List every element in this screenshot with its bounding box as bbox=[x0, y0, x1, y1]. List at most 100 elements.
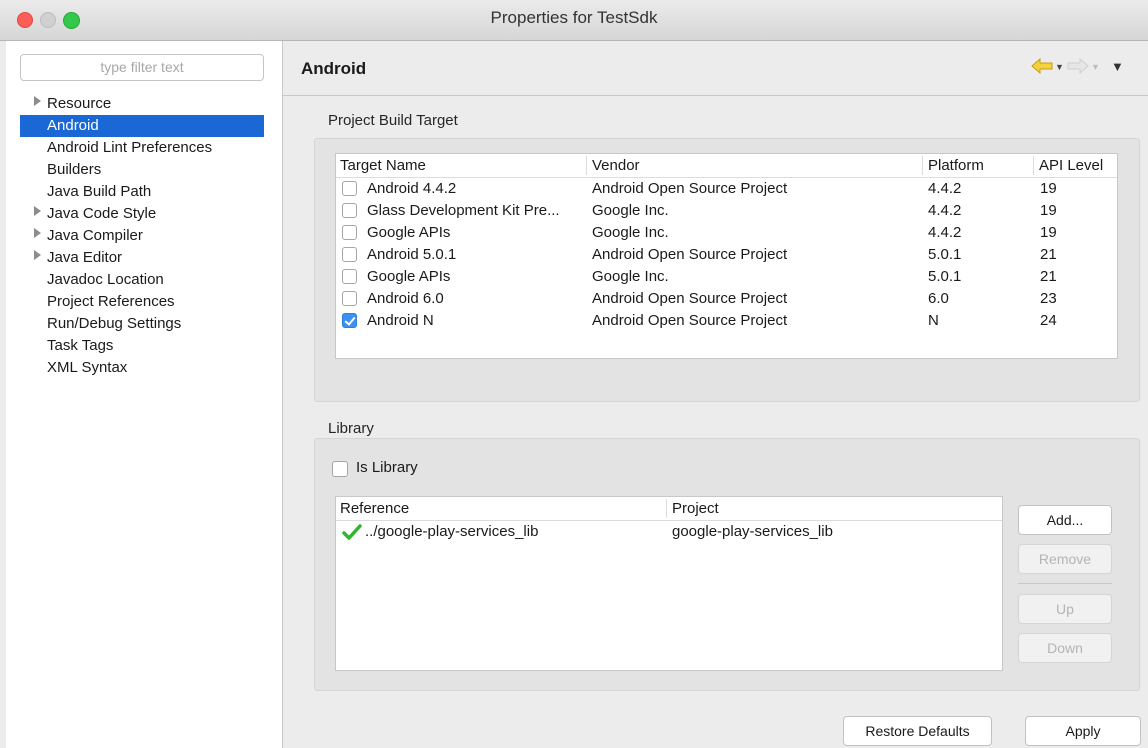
library-group: Is Library Reference Project ../google-p… bbox=[314, 438, 1140, 691]
expand-arrow-icon[interactable] bbox=[34, 228, 41, 238]
target-name: Google APIs bbox=[367, 268, 451, 285]
target-platform: 4.4.2 bbox=[928, 202, 962, 219]
tree-item-label: Java Editor bbox=[47, 249, 123, 266]
target-name: Android N bbox=[367, 312, 434, 329]
column-header[interactable]: Project bbox=[672, 500, 719, 517]
tree-item-java-code-style[interactable]: Java Code Style bbox=[20, 203, 264, 225]
target-checkbox[interactable] bbox=[342, 181, 357, 196]
library-label: Library bbox=[328, 420, 374, 437]
restore-defaults-button[interactable]: Restore Defaults bbox=[843, 716, 992, 746]
add-button[interactable]: Add... bbox=[1018, 505, 1112, 535]
tree-item-label: Builders bbox=[47, 161, 102, 178]
target-name: Android 6.0 bbox=[367, 290, 444, 307]
target-name: Android 4.4.2 bbox=[367, 180, 457, 197]
column-divider[interactable] bbox=[586, 156, 587, 175]
target-name: Google APIs bbox=[367, 224, 451, 241]
expand-arrow-icon[interactable] bbox=[34, 96, 41, 106]
back-dropdown-icon[interactable]: ▼ bbox=[1055, 62, 1064, 72]
tree-item-xml-syntax[interactable]: XML Syntax bbox=[20, 357, 264, 379]
tree-item-java-build-path[interactable]: Java Build Path bbox=[20, 181, 264, 203]
tree-item-resource[interactable]: Resource bbox=[20, 93, 264, 115]
down-button[interactable]: Down bbox=[1018, 633, 1112, 663]
tree-item-android-lint-preferences[interactable]: Android Lint Preferences bbox=[20, 137, 264, 159]
table-row[interactable]: Glass Development Kit Pre... Google Inc.… bbox=[336, 200, 1117, 222]
target-api-level: 19 bbox=[1040, 202, 1057, 219]
column-divider[interactable] bbox=[1033, 156, 1034, 175]
column-header[interactable]: Reference bbox=[340, 500, 409, 517]
tree-item-label: Run/Debug Settings bbox=[47, 315, 182, 332]
target-checkbox[interactable] bbox=[342, 269, 357, 284]
target-vendor: Android Open Source Project bbox=[592, 246, 788, 263]
target-vendor: Android Open Source Project bbox=[592, 180, 788, 197]
table-row[interactable]: Google APIs Google Inc. 5.0.1 21 bbox=[336, 266, 1117, 288]
tree-item-project-references[interactable]: Project References bbox=[20, 291, 264, 313]
table-row[interactable]: Google APIs Google Inc. 4.4.2 19 bbox=[336, 222, 1117, 244]
table-row[interactable]: Android N Android Open Source Project N … bbox=[336, 310, 1117, 332]
column-header[interactable]: Target Name bbox=[340, 157, 426, 174]
remove-button[interactable]: Remove bbox=[1018, 544, 1112, 574]
target-platform: 5.0.1 bbox=[928, 246, 962, 263]
forward-dropdown-icon[interactable]: ▼ bbox=[1091, 62, 1100, 72]
table-row[interactable]: Android 5.0.1 Android Open Source Projec… bbox=[336, 244, 1117, 266]
is-library-checkbox[interactable] bbox=[332, 461, 348, 477]
preferences-tree: Resource Android Android Lint Preference… bbox=[20, 93, 264, 379]
target-platform: 4.4.2 bbox=[928, 180, 962, 197]
tree-item-label: Android bbox=[47, 117, 99, 134]
target-platform: N bbox=[928, 312, 939, 329]
column-divider[interactable] bbox=[922, 156, 923, 175]
tree-item-label: Task Tags bbox=[47, 337, 114, 354]
window-titlebar: Properties for TestSdk bbox=[0, 0, 1148, 41]
target-api-level: 19 bbox=[1040, 180, 1057, 197]
target-api-level: 21 bbox=[1040, 246, 1057, 263]
tree-item-java-compiler[interactable]: Java Compiler bbox=[20, 225, 264, 247]
tree-item-java-editor[interactable]: Java Editor bbox=[20, 247, 264, 269]
tree-item-label: XML Syntax bbox=[47, 359, 128, 376]
target-vendor: Google Inc. bbox=[592, 268, 669, 285]
table-row[interactable]: ../google-play-services_lib google-play-… bbox=[336, 521, 1002, 543]
target-checkbox-checked[interactable] bbox=[342, 313, 357, 328]
page-title: Android bbox=[301, 59, 367, 78]
window-title: Properties for TestSdk bbox=[490, 8, 658, 27]
tree-item-builders[interactable]: Builders bbox=[20, 159, 264, 181]
table-row[interactable]: Android 4.4.2 Android Open Source Projec… bbox=[336, 178, 1117, 200]
green-check-icon bbox=[342, 524, 362, 544]
tree-item-label: Java Build Path bbox=[47, 183, 152, 200]
column-header[interactable]: Vendor bbox=[592, 157, 640, 174]
target-name: Android 5.0.1 bbox=[367, 246, 457, 263]
column-header[interactable]: API Level bbox=[1039, 157, 1103, 174]
target-vendor: Android Open Source Project bbox=[592, 290, 788, 307]
target-checkbox[interactable] bbox=[342, 225, 357, 240]
table-row[interactable]: Android 6.0 Android Open Source Project … bbox=[336, 288, 1117, 310]
tree-item-run-debug-settings[interactable]: Run/Debug Settings bbox=[20, 313, 264, 335]
expand-arrow-icon[interactable] bbox=[34, 206, 41, 216]
target-name: Glass Development Kit Pre... bbox=[367, 202, 560, 219]
library-reference-table: Reference Project ../google-play-service… bbox=[335, 496, 1003, 671]
is-library-label: Is Library bbox=[356, 459, 418, 476]
tree-item-javadoc-location[interactable]: Javadoc Location bbox=[20, 269, 264, 291]
tree-item-label: Android Lint Preferences bbox=[47, 139, 213, 156]
page-header: Android ▼ ▼ ▼ bbox=[283, 41, 1148, 96]
column-divider[interactable] bbox=[666, 499, 667, 518]
target-checkbox[interactable] bbox=[342, 203, 357, 218]
view-menu-icon[interactable]: ▼ bbox=[1111, 59, 1124, 74]
up-button[interactable]: Up bbox=[1018, 594, 1112, 624]
build-target-label: Project Build Target bbox=[328, 112, 458, 129]
target-api-level: 19 bbox=[1040, 224, 1057, 241]
tree-item-label: Java Code Style bbox=[47, 205, 157, 222]
forward-arrow-icon[interactable] bbox=[1067, 57, 1089, 77]
library-project: google-play-services_lib bbox=[672, 523, 833, 540]
tree-item-task-tags[interactable]: Task Tags bbox=[20, 335, 264, 357]
tree-item-label: Java Compiler bbox=[47, 227, 143, 244]
properties-page: Android ▼ ▼ ▼ Project Build Target Targe… bbox=[283, 41, 1148, 748]
target-checkbox[interactable] bbox=[342, 247, 357, 262]
column-header[interactable]: Platform bbox=[928, 157, 984, 174]
apply-button[interactable]: Apply bbox=[1025, 716, 1141, 746]
target-checkbox[interactable] bbox=[342, 291, 357, 306]
tree-item-android[interactable]: Android bbox=[20, 115, 264, 137]
back-arrow-icon[interactable] bbox=[1031, 57, 1053, 77]
preferences-sidebar: type filter text Resource Android Androi… bbox=[6, 41, 283, 748]
expand-arrow-icon[interactable] bbox=[34, 250, 41, 260]
build-target-group: Target Name Vendor Platform API Level An… bbox=[314, 138, 1140, 402]
target-platform: 4.4.2 bbox=[928, 224, 962, 241]
filter-input[interactable]: type filter text bbox=[20, 54, 264, 81]
